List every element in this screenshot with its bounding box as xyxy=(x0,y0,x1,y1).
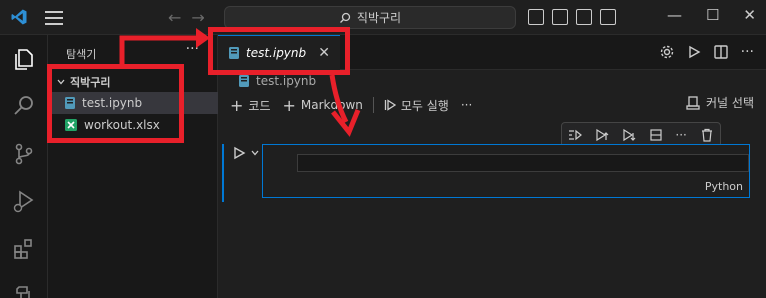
customize-layout-icon[interactable] xyxy=(600,9,616,25)
command-center-search[interactable]: 직박구리 xyxy=(224,6,516,29)
cell-language-label[interactable]: Python xyxy=(705,180,743,193)
vscode-logo-icon xyxy=(11,9,27,25)
run-cell-and-above-icon[interactable] xyxy=(595,128,609,142)
split-editor-icon[interactable] xyxy=(713,44,729,60)
add-code-cell-button[interactable]: + 코드 xyxy=(224,94,277,116)
toggle-panel-icon[interactable] xyxy=(552,9,568,25)
cell-run-controls xyxy=(232,146,260,160)
cell-more-icon[interactable]: ··· xyxy=(675,128,686,142)
select-kernel-button[interactable]: 커널 선택 xyxy=(686,94,754,111)
kernel-label: 커널 선택 xyxy=(706,96,754,110)
split-cell-icon[interactable] xyxy=(649,128,663,142)
maximize-button[interactable]: ☐ xyxy=(706,6,719,24)
annotation-box-tab xyxy=(208,27,350,75)
search-view-icon[interactable] xyxy=(11,93,37,119)
run-debug-icon[interactable] xyxy=(11,188,37,214)
run-all-label: 모두 실행 xyxy=(400,98,449,113)
notebook-toolbar: + 코드 + Markdown 모두 실행 ··· 커널 선택 xyxy=(218,92,766,118)
run-all-button[interactable]: 모두 실행 xyxy=(378,94,455,116)
toggle-primary-sidebar-icon[interactable] xyxy=(528,9,544,25)
cell-editor[interactable] xyxy=(297,154,749,172)
add-code-label: 코드 xyxy=(248,98,271,113)
toolbar-more-button[interactable]: ··· xyxy=(455,94,478,116)
execute-above-icon[interactable] xyxy=(568,128,583,142)
menu-icon[interactable] xyxy=(45,11,63,25)
plus-icon: + xyxy=(230,95,244,115)
activity-bar xyxy=(0,35,48,298)
layout-controls xyxy=(528,9,616,25)
minimize-button[interactable]: — xyxy=(667,6,682,24)
breadcrumb: test.ipynb xyxy=(238,74,316,88)
extensions-icon[interactable] xyxy=(11,236,37,262)
nav-forward-icon[interactable]: → xyxy=(191,8,214,27)
sidebar-title: 탐색기 xyxy=(66,48,97,61)
toolbar-divider xyxy=(372,97,374,113)
window-controls: — ☐ ✕ xyxy=(667,6,756,24)
annotation-box-sidebar xyxy=(47,64,184,143)
search-text: 직박구리 xyxy=(356,11,402,25)
plus-icon: + xyxy=(282,95,296,115)
editor-actions: ··· xyxy=(659,44,754,60)
run-icon[interactable] xyxy=(687,45,701,59)
title-bar: ←→ 직박구리 — ☐ ✕ xyxy=(0,0,766,35)
run-cell-and-below-icon[interactable] xyxy=(622,128,636,142)
gear-icon[interactable] xyxy=(659,44,675,60)
explorer-icon[interactable] xyxy=(11,46,37,72)
add-markdown-cell-button[interactable]: + Markdown xyxy=(277,94,369,116)
python-icon[interactable] xyxy=(11,279,37,298)
kernel-icon xyxy=(686,95,700,110)
close-window-button[interactable]: ✕ xyxy=(743,6,756,24)
notebook-file-icon xyxy=(239,75,249,87)
toggle-secondary-sidebar-icon[interactable] xyxy=(576,9,592,25)
breadcrumb-file[interactable]: test.ipynb xyxy=(256,74,316,88)
nav-arrows: ←→ xyxy=(168,8,215,27)
search-icon xyxy=(339,12,351,23)
run-all-icon xyxy=(384,99,396,111)
source-control-icon[interactable] xyxy=(11,141,37,167)
code-cell: Python xyxy=(262,144,750,198)
trash-icon[interactable] xyxy=(700,128,714,142)
run-cell-icon[interactable] xyxy=(232,146,246,160)
cell-focus-indicator xyxy=(222,144,224,202)
more-actions-icon[interactable]: ··· xyxy=(741,44,754,60)
sidebar-more-actions[interactable]: ··· xyxy=(186,41,199,57)
nav-back-icon[interactable]: ← xyxy=(168,8,191,27)
chevron-down-icon[interactable] xyxy=(250,148,260,158)
add-markdown-label: Markdown xyxy=(300,98,363,112)
